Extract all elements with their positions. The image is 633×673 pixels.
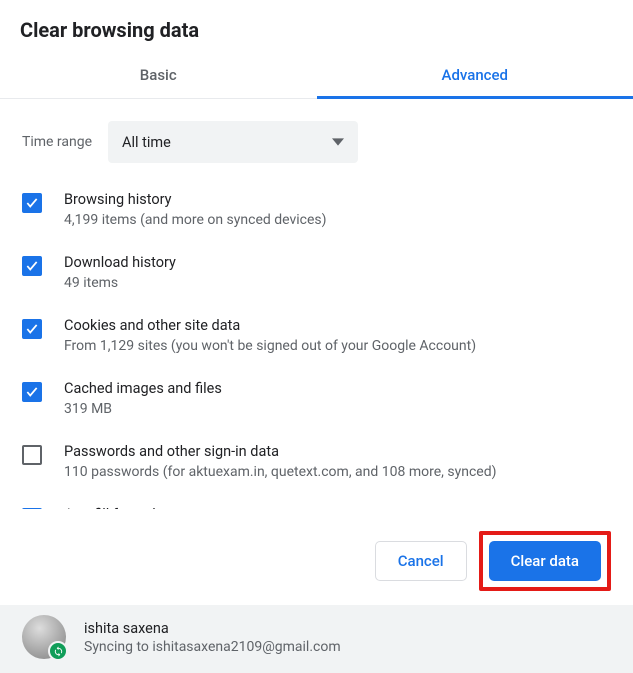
item-text-autofill: Autofill form data <box>64 506 176 509</box>
check-icon <box>25 196 39 210</box>
sync-badge <box>48 641 68 661</box>
time-range-select[interactable]: All time <box>108 121 358 163</box>
time-range-value: All time <box>122 134 171 151</box>
tab-basic[interactable]: Basic <box>0 52 317 99</box>
item-desc: 49 items <box>64 275 176 291</box>
item-text-cache: Cached images and files 319 MB <box>64 380 222 417</box>
item-browsing-history: Browsing history 4,199 items (and more on… <box>22 191 611 228</box>
item-cookies: Cookies and other site data From 1,129 si… <box>22 317 611 354</box>
sync-icon <box>53 646 64 657</box>
item-title: Passwords and other sign-in data <box>64 443 496 460</box>
item-desc: 110 passwords (for aktuexam.in, quetext.… <box>64 464 496 480</box>
item-passwords: Passwords and other sign-in data 110 pass… <box>22 443 611 480</box>
user-footer: ishita saxena Syncing to ishitasaxena210… <box>0 605 633 673</box>
item-download-history: Download history 49 items <box>22 254 611 291</box>
user-status: Syncing to ishitasaxena2109@gmail.com <box>84 639 341 655</box>
checkbox-autofill[interactable] <box>22 508 42 509</box>
checkbox-cache[interactable] <box>22 382 42 402</box>
item-text-passwords: Passwords and other sign-in data 110 pass… <box>64 443 496 480</box>
clear-data-button[interactable]: Clear data <box>489 541 601 581</box>
item-title: Browsing history <box>64 191 327 208</box>
item-title: Cookies and other site data <box>64 317 476 334</box>
item-autofill: Autofill form data <box>22 506 611 509</box>
action-row: Cancel Clear data <box>0 509 633 605</box>
chevron-down-icon <box>332 136 344 148</box>
time-range-label: Time range <box>22 134 92 150</box>
checkbox-cookies[interactable] <box>22 319 42 339</box>
item-desc: 319 MB <box>64 401 222 417</box>
item-cache: Cached images and files 319 MB <box>22 380 611 417</box>
user-name: ishita saxena <box>84 620 341 637</box>
avatar-wrap <box>22 615 66 659</box>
content-scroll[interactable]: Time range All time Browsing history 4,19… <box>0 99 633 509</box>
checkbox-browsing-history[interactable] <box>22 193 42 213</box>
dialog-title: Clear browsing data <box>0 0 633 52</box>
checkbox-download-history[interactable] <box>22 256 42 276</box>
tab-advanced[interactable]: Advanced <box>317 52 633 99</box>
tabs: Basic Advanced <box>0 52 633 99</box>
item-desc: From 1,129 sites (you won't be signed ou… <box>64 338 476 354</box>
cancel-button[interactable]: Cancel <box>375 541 467 581</box>
item-title: Download history <box>64 254 176 271</box>
annotation-highlight: Clear data <box>479 531 611 591</box>
check-icon <box>25 322 39 336</box>
item-text-cookies: Cookies and other site data From 1,129 si… <box>64 317 476 354</box>
check-icon <box>25 385 39 399</box>
item-text-browsing-history: Browsing history 4,199 items (and more on… <box>64 191 327 228</box>
item-title: Autofill form data <box>64 506 176 509</box>
user-info: ishita saxena Syncing to ishitasaxena210… <box>84 620 341 655</box>
item-desc: 4,199 items (and more on synced devices) <box>64 212 327 228</box>
check-icon <box>25 259 39 273</box>
time-range-row: Time range All time <box>22 121 611 163</box>
checkbox-passwords[interactable] <box>22 445 42 465</box>
item-title: Cached images and files <box>64 380 222 397</box>
item-text-download-history: Download history 49 items <box>64 254 176 291</box>
